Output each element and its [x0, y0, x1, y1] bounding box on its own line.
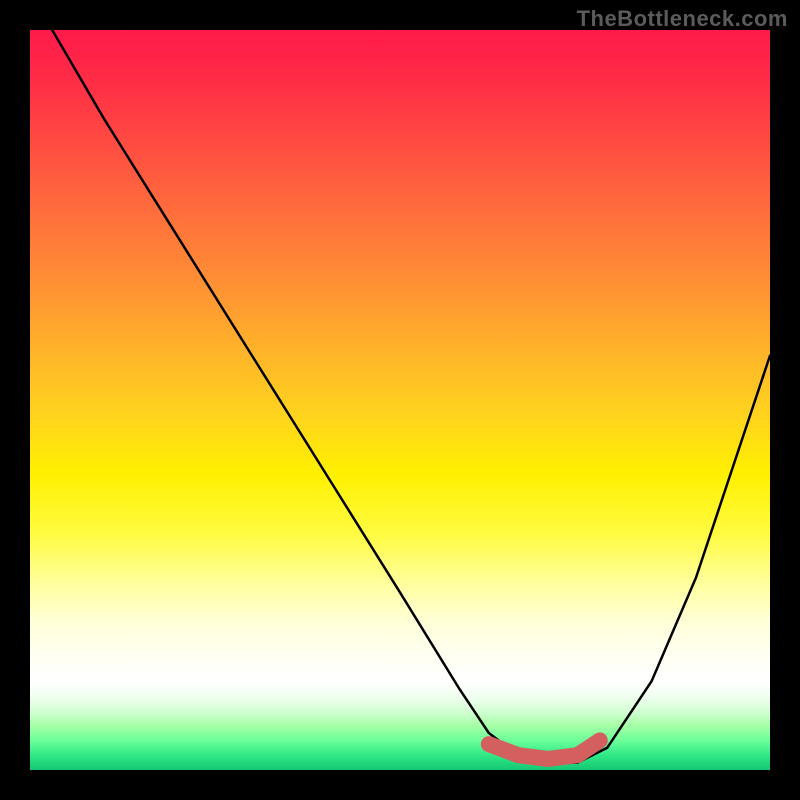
bottleneck-curve-path: [52, 30, 770, 763]
chart-frame: TheBottleneck.com: [0, 0, 800, 800]
curve-layer: [30, 30, 770, 770]
highlight-band-path: [489, 740, 600, 759]
plot-area: [30, 30, 770, 770]
watermark-text: TheBottleneck.com: [577, 6, 788, 32]
